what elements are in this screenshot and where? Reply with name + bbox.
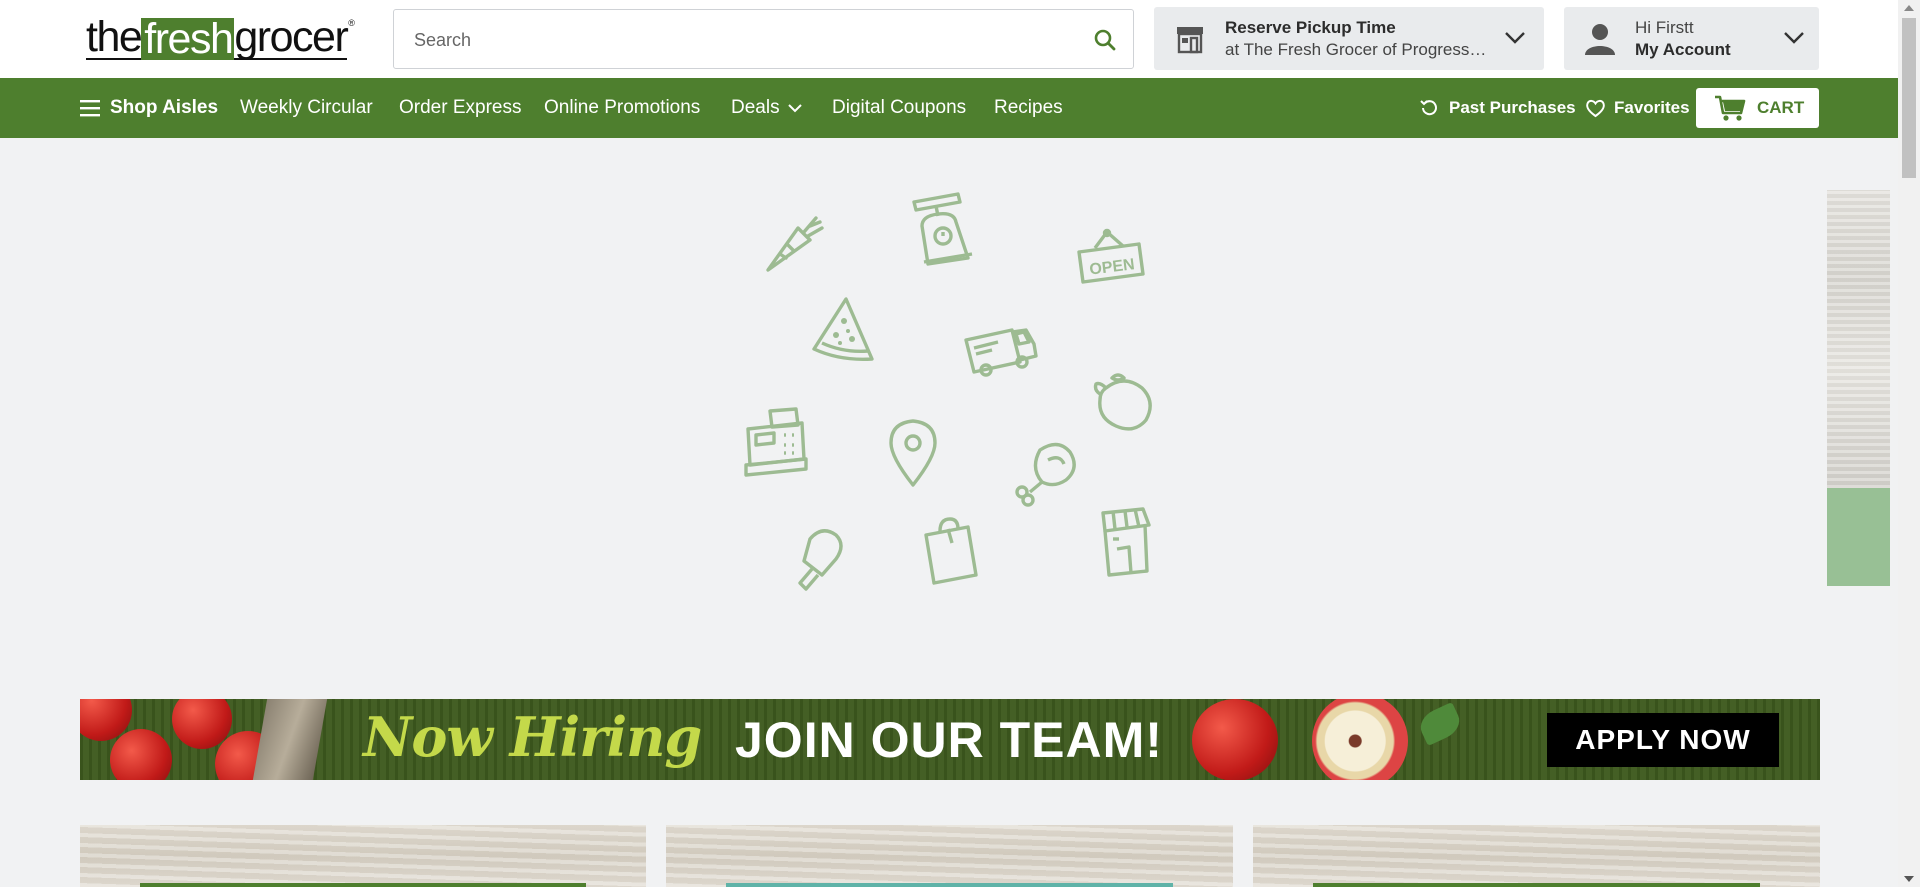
side-promo-panel — [1827, 488, 1890, 586]
popsicle-icon — [798, 529, 843, 591]
storefront-icon — [1101, 507, 1151, 577]
scale-icon — [912, 192, 973, 266]
page-scrollbar[interactable] — [1898, 0, 1920, 887]
lemon-icon — [1093, 373, 1152, 431]
pizza-icon — [812, 297, 874, 361]
site-header: thefreshgrocer® Reserve Pickup Time at T… — [0, 0, 1898, 78]
cash-register-icon — [744, 407, 808, 477]
search-box — [393, 9, 1134, 69]
hamburger-menu-icon[interactable] — [80, 99, 100, 117]
open-sign-icon: OPEN — [1077, 228, 1145, 284]
meat-drumstick-icon — [1015, 442, 1076, 507]
chevron-down-icon — [1784, 32, 1804, 44]
heart-icon — [1586, 99, 1605, 118]
scroll-up-arrow[interactable] — [1904, 5, 1914, 11]
logo-grocer: grocer — [234, 13, 349, 61]
nav-shop-aisles[interactable]: Shop Aisles — [110, 78, 218, 138]
pickup-title: Reserve Pickup Time — [1225, 18, 1396, 37]
main-nav: Shop Aisles Weekly Circular Order Expres… — [0, 78, 1898, 138]
search-icon[interactable] — [1093, 28, 1117, 52]
user-icon — [1585, 24, 1615, 55]
logo-fresh: fresh — [141, 18, 235, 61]
cart-icon — [1715, 95, 1746, 121]
cart-label: CART — [1757, 98, 1805, 117]
reserve-pickup-button[interactable]: Reserve Pickup Time at The Fresh Grocer … — [1154, 7, 1544, 70]
promo-card-strip — [140, 883, 586, 887]
nav-online-promotions[interactable]: Online Promotions — [544, 78, 700, 138]
store-logo[interactable]: the fresh grocer ® — [86, 13, 355, 61]
hiring-banner[interactable]: Now Hiring JOIN OUR TEAM! APPLY NOW — [80, 699, 1820, 780]
delivery-truck-icon — [964, 328, 1038, 377]
cart-button[interactable]: CART — [1696, 88, 1819, 128]
promo-card[interactable] — [1253, 825, 1820, 887]
apply-now-button[interactable]: APPLY NOW — [1547, 713, 1779, 767]
account-greeting: Hi Firstt — [1635, 18, 1694, 37]
nav-order-express[interactable]: Order Express — [399, 78, 521, 138]
apple-image — [1192, 699, 1278, 780]
logo-the: the — [86, 13, 143, 61]
loading-animation: OPEN — [730, 180, 1170, 610]
leaf-image — [1415, 701, 1465, 747]
my-account-button[interactable]: Hi Firstt My Account — [1564, 7, 1819, 70]
nav-deals[interactable]: Deals — [731, 78, 780, 138]
nav-recipes[interactable]: Recipes — [994, 78, 1063, 138]
account-label: My Account — [1635, 40, 1731, 59]
banner-headline: Now Hiring — [363, 705, 702, 769]
promo-card[interactable] — [666, 825, 1233, 887]
logo-registered-mark: ® — [348, 18, 355, 28]
banner-subhead: JOIN OUR TEAM! — [735, 712, 1163, 768]
chevron-down-icon — [788, 104, 802, 113]
side-promo-image[interactable] — [1827, 190, 1890, 488]
location-pin-icon — [889, 419, 937, 487]
shopping-bag-icon — [924, 517, 978, 585]
store-icon — [1177, 27, 1203, 54]
scroll-down-arrow[interactable] — [1904, 876, 1914, 882]
history-icon — [1420, 100, 1437, 116]
promo-card-strip — [1313, 883, 1760, 887]
carrot-icon — [766, 216, 824, 272]
nav-digital-coupons[interactable]: Digital Coupons — [832, 78, 966, 138]
apple-half-image — [1312, 699, 1408, 780]
nav-past-purchases[interactable]: Past Purchases — [1449, 78, 1576, 138]
crate-image — [252, 699, 328, 780]
chevron-down-icon — [1505, 32, 1525, 44]
pickup-store-name: at The Fresh Grocer of Progress Plaza — [1225, 40, 1490, 59]
nav-favorites[interactable]: Favorites — [1614, 78, 1690, 138]
scrollbar-thumb[interactable] — [1902, 18, 1916, 178]
apple-image — [110, 729, 172, 780]
nav-weekly-circular[interactable]: Weekly Circular — [240, 78, 373, 138]
promo-card[interactable] — [80, 825, 646, 887]
promo-card-strip — [726, 883, 1173, 887]
search-input[interactable] — [414, 28, 1054, 52]
